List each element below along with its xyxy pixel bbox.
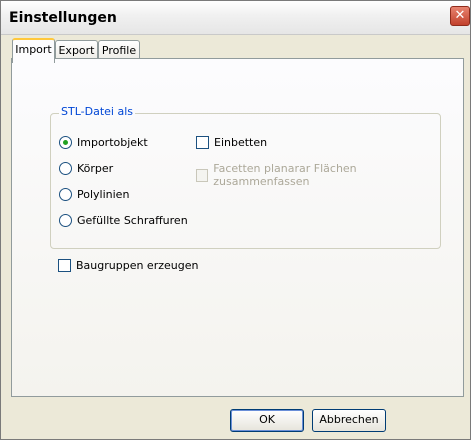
radio-icon[interactable] bbox=[59, 188, 72, 201]
radio-label: Polylinien bbox=[77, 188, 130, 201]
import-tab-panel: STL-Datei als Importobjekt Körper Polyli… bbox=[11, 58, 464, 397]
cancel-button[interactable]: Abbrechen bbox=[312, 409, 386, 432]
tab-label: Export bbox=[58, 44, 95, 57]
stl-groupbox: STL-Datei als Importobjekt Körper Polyli… bbox=[50, 105, 441, 249]
tab-import[interactable]: Import bbox=[12, 38, 55, 63]
stl-group-title: STL-Datei als bbox=[59, 105, 135, 118]
close-icon: ✕ bbox=[454, 8, 466, 23]
checkbox-einbetten[interactable]: Einbetten bbox=[196, 136, 267, 149]
window-title: Einstellungen bbox=[9, 10, 117, 26]
radio-koerper[interactable]: Körper bbox=[59, 162, 113, 175]
checkbox-baugruppen-erzeugen[interactable]: Baugruppen erzeugen bbox=[58, 259, 198, 272]
checkbox-label: Facetten planarar Flächen zusammenfassen bbox=[213, 162, 357, 188]
checkbox-icon[interactable] bbox=[58, 259, 71, 272]
radio-polylinien[interactable]: Polylinien bbox=[59, 188, 129, 201]
radio-selected-icon[interactable] bbox=[59, 136, 72, 149]
checkbox-disabled-icon bbox=[196, 168, 209, 182]
settings-dialog: Einstellungen ✕ Import Export Profile ST… bbox=[0, 0, 471, 440]
close-button[interactable]: ✕ bbox=[450, 6, 470, 26]
checkbox-label: Baugruppen erzeugen bbox=[76, 259, 199, 272]
radio-importobjekt[interactable]: Importobjekt bbox=[59, 136, 148, 149]
ok-label: OK bbox=[259, 413, 275, 426]
radio-icon[interactable] bbox=[59, 214, 72, 227]
checkbox-facetten-zusammenfassen: Facetten planarar Flächen zusammenfassen bbox=[196, 162, 440, 188]
tab-label: Import bbox=[15, 43, 52, 56]
checkbox-icon[interactable] bbox=[196, 136, 209, 149]
checkbox-label: Einbetten bbox=[214, 136, 268, 149]
radio-label: Importobjekt bbox=[77, 136, 148, 149]
cancel-label: Abbrechen bbox=[319, 413, 379, 426]
title-bar[interactable]: Einstellungen ✕ bbox=[1, 1, 470, 35]
radio-label: Körper bbox=[77, 162, 114, 175]
radio-gefuellte-schraffuren[interactable]: Gefüllte Schraffuren bbox=[59, 214, 188, 227]
radio-label: Gefüllte Schraffuren bbox=[77, 214, 188, 227]
radio-icon[interactable] bbox=[59, 162, 72, 175]
ok-button[interactable]: OK bbox=[230, 409, 304, 432]
tab-label: Profile bbox=[101, 44, 137, 57]
